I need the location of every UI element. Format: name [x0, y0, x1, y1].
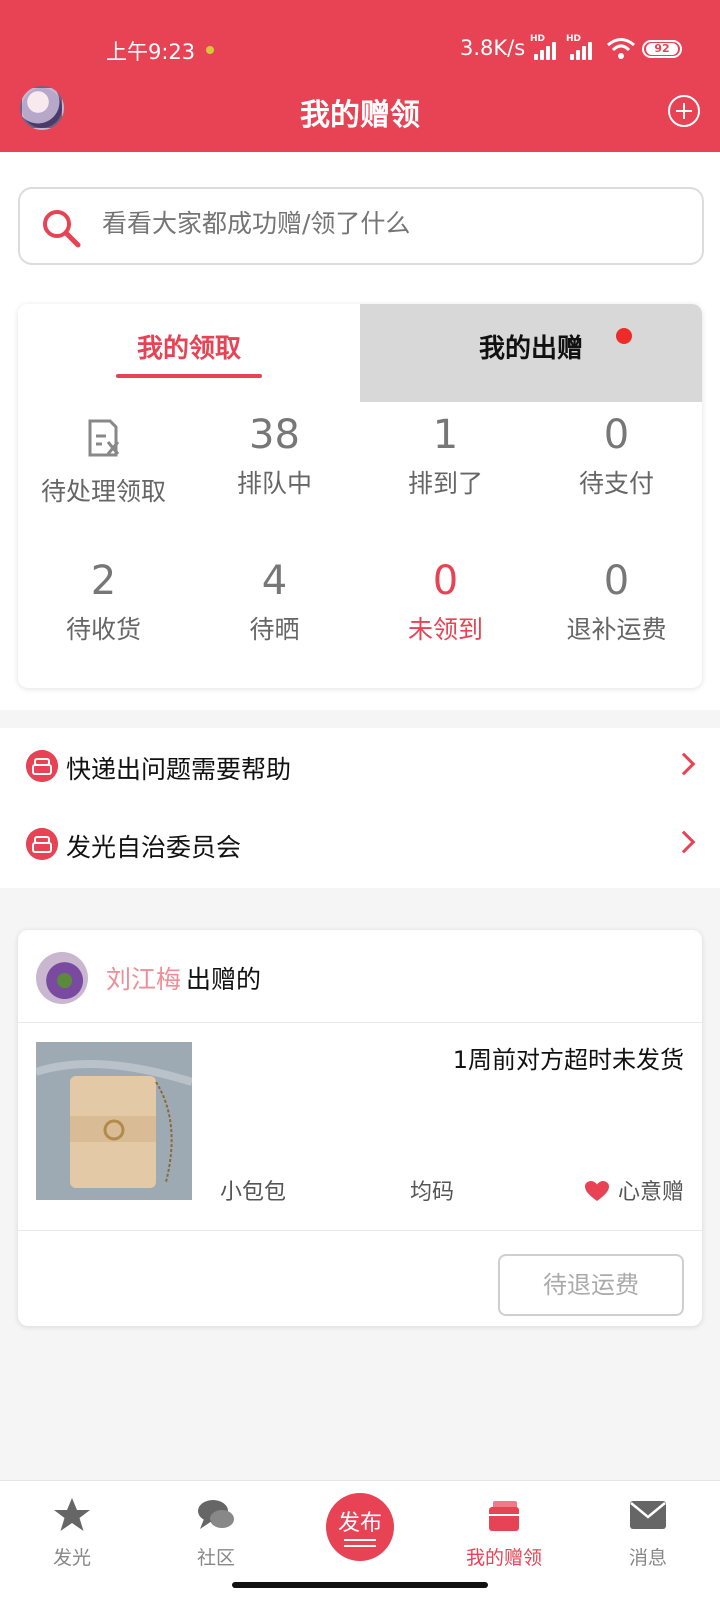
stat-value: 0	[432, 558, 459, 604]
nav-item-my-gifts[interactable]: 我的赠领	[432, 1481, 576, 1581]
tab-label: 我的领取	[136, 334, 241, 364]
page-title: 我的赠领	[300, 98, 420, 133]
chevron-right-icon	[672, 830, 696, 854]
app-header: 上午9:23 3.8K/s HD HD 92 我的赠领	[0, 0, 720, 152]
giver-name[interactable]: 刘江梅	[106, 960, 181, 996]
stat-label: 待收货	[65, 615, 141, 644]
stat-value: 0	[603, 558, 630, 604]
claims-card: 我的领取 我的出赠 待处理领取 38 排队中 1 排到了 0 待支付 2 待收货…	[18, 304, 702, 688]
stat-label: 待处理领取	[40, 477, 166, 506]
help-links: 快递出问题需要帮助 发光自治委员会	[0, 728, 720, 888]
chat-icon	[198, 1500, 234, 1529]
link-committee[interactable]: 发光自治委员会	[0, 806, 720, 884]
notification-dot-icon	[206, 46, 214, 54]
item-name: 小包包	[220, 1180, 287, 1205]
stat-queueing[interactable]: 38 排队中	[189, 410, 360, 500]
stat-label: 待支付	[578, 469, 654, 498]
nav-label: 我的赠领	[465, 1547, 542, 1569]
document-icon	[18, 418, 189, 468]
product-image[interactable]	[36, 1042, 192, 1200]
stat-to-receive[interactable]: 2 待收货	[18, 556, 189, 646]
divider	[18, 1230, 702, 1231]
link-label: 发光自治委员会	[66, 833, 242, 862]
publish-label: 发布	[337, 1511, 382, 1536]
status-bar: 上午9:23 3.8K/s HD HD 92	[0, 28, 720, 68]
nav-item-community[interactable]: 社区	[144, 1481, 288, 1581]
status-time: 上午9:23	[106, 40, 196, 64]
nav-label: 发光	[52, 1547, 91, 1569]
battery-icon: 92	[642, 40, 682, 58]
committee-icon	[26, 828, 58, 860]
stat-not-received[interactable]: 0 未领到	[360, 556, 531, 646]
search-icon	[43, 210, 81, 248]
network-speed: 3.8K/s	[460, 36, 526, 60]
giver-suffix: 出赠的	[186, 965, 262, 994]
gift-box-icon	[489, 1501, 519, 1531]
signal-icon: HD	[566, 34, 592, 60]
order-status: 1周前对方超时未发货	[452, 1046, 684, 1074]
stat-queued[interactable]: 1 排到了	[360, 410, 531, 500]
add-button[interactable]	[668, 95, 700, 127]
stat-value: 0	[603, 412, 630, 458]
wifi-icon	[607, 38, 635, 59]
item-size: 均码	[410, 1180, 455, 1205]
signal-icon: HD	[530, 34, 556, 60]
stat-pending[interactable]: 待处理领取	[18, 414, 189, 508]
tab-my-claims[interactable]: 我的领取	[18, 304, 360, 402]
home-indicator[interactable]	[232, 1582, 488, 1588]
order-card[interactable]: 刘江梅 出赠的 1周前对方超时未发货 小包包 均码 心意赠 待退运费	[18, 930, 702, 1326]
stat-value: 1	[432, 412, 459, 458]
chevron-right-icon	[672, 752, 696, 776]
nav-item-discover[interactable]: 发光	[0, 1481, 144, 1581]
tab-my-gifts[interactable]: 我的出赠	[360, 304, 702, 402]
publish-icon	[344, 1539, 376, 1547]
stat-to-share[interactable]: 4 待晒	[189, 556, 360, 646]
nav-item-messages[interactable]: 消息	[576, 1481, 720, 1581]
stat-label: 排队中	[236, 469, 312, 498]
stat-value: 38	[249, 412, 300, 458]
battery-level: 92	[646, 43, 678, 55]
link-label: 快递出问题需要帮助	[66, 755, 292, 784]
help-icon	[26, 750, 58, 782]
stat-value: 2	[90, 558, 117, 604]
giver-avatar[interactable]	[36, 952, 88, 1004]
tab-underline	[116, 374, 262, 378]
nav-label: 社区	[196, 1547, 235, 1569]
stat-to-pay[interactable]: 0 待支付	[531, 410, 702, 500]
publish-button[interactable]: 发布	[326, 1493, 394, 1561]
stat-value: 4	[261, 558, 288, 604]
divider	[18, 1022, 702, 1023]
stat-shipping-refund[interactable]: 0 退补运费	[531, 556, 702, 646]
search-bar[interactable]	[18, 187, 704, 265]
mail-icon	[630, 1501, 666, 1529]
star-icon	[54, 1498, 90, 1531]
stat-label: 待晒	[249, 615, 300, 644]
tab-label: 我的出赠	[478, 334, 583, 364]
stat-label: 排到了	[407, 469, 483, 498]
search-input[interactable]	[102, 209, 662, 238]
nav-label: 消息	[628, 1547, 667, 1569]
stat-label: 退补运费	[566, 615, 667, 644]
stat-label: 未领到	[407, 615, 483, 644]
heart-icon	[585, 1181, 609, 1201]
link-shipping-help[interactable]: 快递出问题需要帮助	[0, 728, 720, 806]
gift-type: 心意赠	[618, 1180, 685, 1205]
badge-dot	[616, 328, 632, 344]
pending-refund-button[interactable]: 待退运费	[498, 1254, 684, 1316]
